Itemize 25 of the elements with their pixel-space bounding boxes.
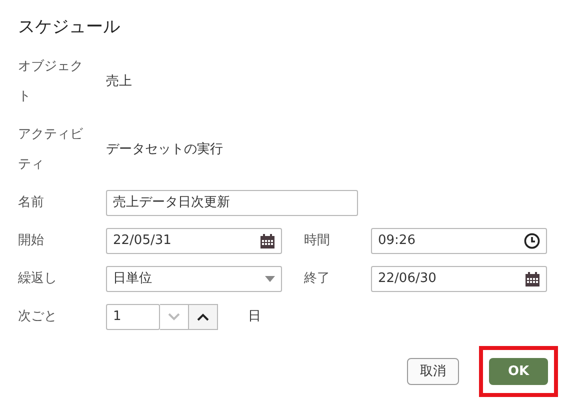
field-label: 開始 (18, 232, 45, 250)
field-label: 次ごと (18, 308, 58, 326)
field-value: 売上 (106, 73, 132, 92)
field-label: オブジェクト (18, 58, 84, 106)
field-label: アクティビティ (18, 126, 84, 174)
field-label: 終了 (304, 270, 331, 288)
number-input-field[interactable]: 1 (106, 304, 160, 330)
calendar-icon[interactable] (525, 272, 540, 286)
ok-button[interactable]: OK (489, 358, 548, 385)
increment-button[interactable] (189, 304, 218, 330)
clock-icon[interactable] (524, 233, 540, 249)
field-label: 名前 (18, 194, 45, 212)
cancel-button[interactable]: 取消 (407, 358, 459, 385)
date-field[interactable]: 22/05/31 (106, 228, 282, 254)
date-field[interactable]: 22/06/30 (371, 266, 547, 292)
dropdown-field[interactable]: 日単位 (106, 266, 282, 292)
unit-label: 日 (248, 308, 261, 326)
field-label: 繰返し (18, 270, 58, 288)
dialog-title: スケジュール (18, 16, 121, 39)
field-value: データセットの実行 (106, 141, 223, 160)
input-field[interactable]: 売上データ日次更新 (106, 190, 358, 216)
time-field[interactable]: 09:26 (371, 228, 547, 254)
calendar-icon[interactable] (260, 234, 275, 248)
field-label: 時間 (304, 232, 331, 250)
dropdown-caret-icon[interactable] (265, 276, 275, 282)
